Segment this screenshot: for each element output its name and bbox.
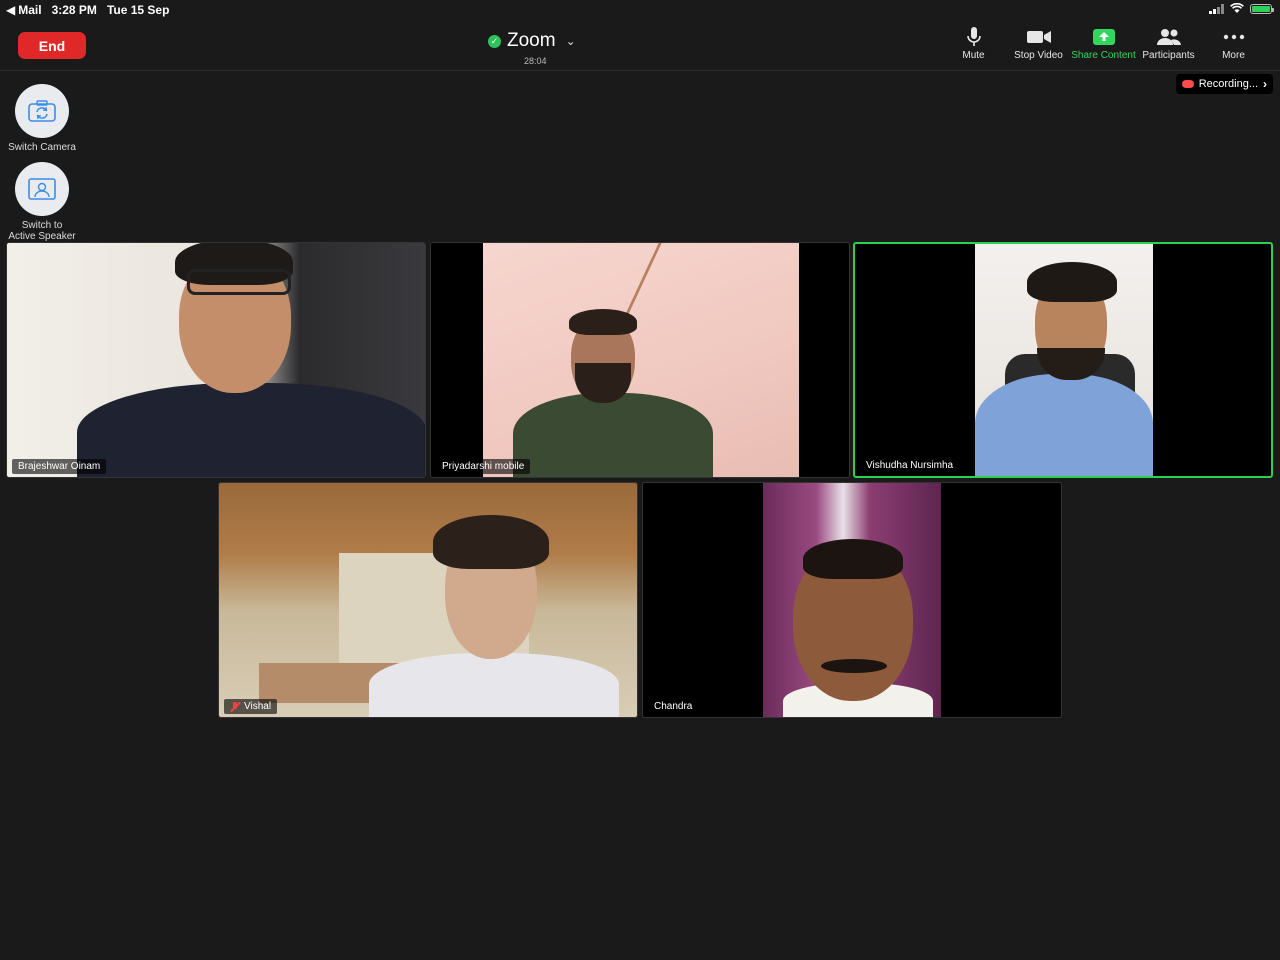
participant-video <box>7 243 425 477</box>
participant-name: Vishudha Nursimha <box>866 460 954 471</box>
cellular-signal-icon <box>1209 3 1224 14</box>
switch-camera-button[interactable]: Switch Camera <box>8 84 76 153</box>
active-speaker-icon <box>15 162 69 216</box>
microphone-icon <box>966 24 982 50</box>
cloud-recording-icon <box>1181 80 1194 88</box>
participants-button[interactable]: Participants <box>1136 24 1201 61</box>
participant-video <box>219 483 637 717</box>
participant-tile-active-speaker[interactable]: Vishudha Nursimha <box>853 242 1273 478</box>
participant-name-tag: Vishudha Nursimha <box>860 458 960 473</box>
status-date: Tue 15 Sep <box>106 3 170 17</box>
mute-button[interactable]: Mute <box>941 24 1006 61</box>
participant-name: Priyadarshi mobile <box>442 461 525 472</box>
back-to-app-link[interactable]: ◀ Mail <box>6 3 42 17</box>
participant-video <box>483 243 799 477</box>
meeting-title-label: Zoom <box>507 30 556 51</box>
status-bar: ◀ Mail 3:28 PM Tue 15 Sep <box>0 0 1280 20</box>
switch-speaker-label: Switch to Active Speaker <box>8 220 76 242</box>
participants-icon <box>1156 24 1181 50</box>
meeting-toolbar: End ✓ Zoom ⌄ 28:04 Mute Stop Video Share… <box>0 20 1280 71</box>
stop-video-button[interactable]: Stop Video <box>1006 24 1071 61</box>
muted-microphone-icon <box>230 701 240 712</box>
more-label: More <box>1222 50 1245 61</box>
meeting-timer: 28:04 <box>524 56 547 66</box>
battery-icon <box>1250 3 1274 14</box>
recording-label: Recording... <box>1198 78 1258 90</box>
end-meeting-button[interactable]: End <box>18 32 86 59</box>
participant-name: Vishal <box>244 701 272 712</box>
share-content-label: Share Content <box>1071 50 1136 61</box>
participant-tile[interactable]: Brajeshwar Oinam <box>6 242 426 478</box>
participant-name-tag: Priyadarshi mobile <box>436 459 531 474</box>
participant-name: Brajeshwar Oinam <box>18 461 101 472</box>
encryption-shield-icon: ✓ <box>488 34 501 48</box>
participant-name-tag: Brajeshwar Oinam <box>12 459 107 474</box>
participant-tile[interactable]: Chandra <box>642 482 1062 718</box>
video-camera-icon <box>1026 24 1052 50</box>
share-content-button[interactable]: Share Content <box>1071 24 1136 61</box>
participant-name: Chandra <box>654 701 693 712</box>
switch-camera-label: Switch Camera <box>8 142 76 153</box>
mute-label: Mute <box>962 50 985 61</box>
participant-tile[interactable]: Vishal <box>218 482 638 718</box>
switch-active-speaker-button[interactable]: Switch to Active Speaker <box>8 162 76 242</box>
more-dots-icon <box>1223 24 1245 50</box>
participant-video <box>763 483 941 717</box>
participant-name-tag: Chandra <box>648 699 699 714</box>
participant-video <box>975 244 1153 476</box>
chevron-right-icon: › <box>1263 77 1267 91</box>
share-screen-icon <box>1092 24 1116 50</box>
stop-video-label: Stop Video <box>1014 50 1063 61</box>
status-time: 3:28 PM <box>51 3 97 17</box>
more-button[interactable]: More <box>1201 24 1266 61</box>
switch-camera-icon <box>15 84 69 138</box>
participants-label: Participants <box>1142 50 1195 61</box>
back-app-label: Mail <box>18 3 42 17</box>
meeting-title[interactable]: ✓ Zoom ⌄ <box>488 30 576 52</box>
recording-indicator[interactable]: Recording... › <box>1175 74 1273 94</box>
back-arrow-icon: ◀ <box>6 3 16 17</box>
participant-tile[interactable]: Priyadarshi mobile <box>430 242 850 478</box>
participant-name-tag: Vishal <box>224 699 278 714</box>
wifi-icon <box>1230 3 1244 13</box>
chevron-down-icon: ⌄ <box>565 34 576 48</box>
